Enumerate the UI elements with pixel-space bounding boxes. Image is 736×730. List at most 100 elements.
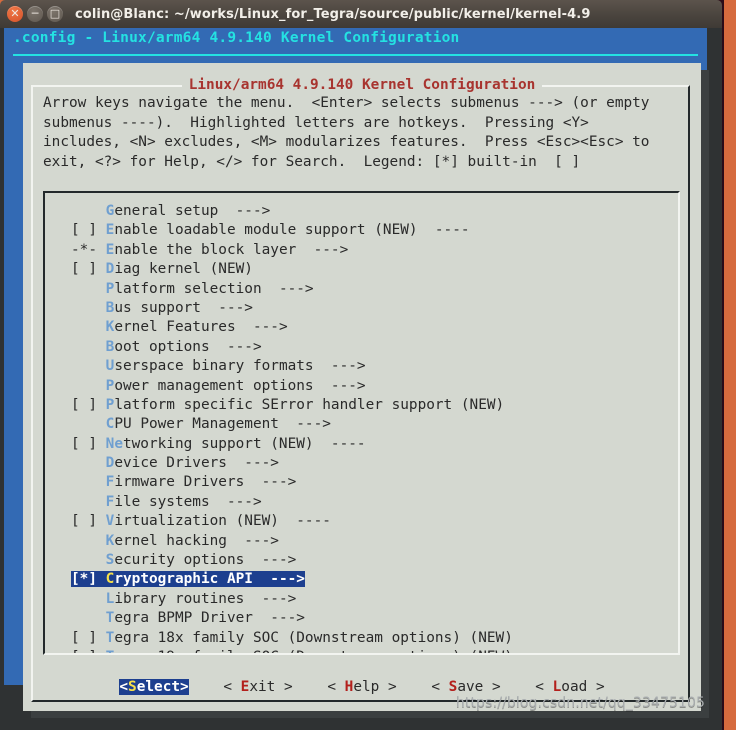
window-close-button[interactable]: ✕	[7, 6, 23, 22]
close-icon: ✕	[10, 7, 20, 20]
menu-item[interactable]: [ ] Tegra 18x family SOC (Downstream opt…	[45, 629, 678, 648]
menu-item[interactable]: -*- Enable the block layer --->	[45, 241, 678, 260]
button-prefix: <	[119, 678, 129, 695]
button-prefix: <	[327, 678, 345, 695]
menu-item[interactable]: [ ] Enable loadable module support (NEW)…	[45, 221, 678, 240]
menu-list: General setup --->[ ] Enable loadable mo…	[45, 193, 678, 653]
menu-item-label: irmware Drivers --->	[114, 474, 297, 491]
menu-item-label: ower management options --->	[114, 377, 366, 394]
button-label: oad >	[561, 678, 605, 695]
menu-item-selected[interactable]: [*] Cryptographic API --->	[45, 570, 678, 589]
menu-item-label: eneral setup --->	[114, 203, 271, 219]
menu-item-marker: [ ]	[71, 222, 106, 239]
menu-item-marker: [ ]	[71, 513, 106, 530]
menu-item-label: iag kernel (NEW)	[114, 261, 253, 278]
menu-item-marker	[71, 281, 106, 297]
menu-listbox[interactable]: General setup --->[ ] Enable loadable mo…	[43, 191, 680, 655]
menu-item-marker	[71, 455, 106, 471]
menu-item[interactable]: File systems --->	[45, 493, 678, 512]
menu-item-marker	[71, 533, 106, 549]
window-titlebar: ✕ ─ □ colin@Blanc: ~/works/Linux_for_Teg…	[0, 0, 722, 28]
menu-item-marker: [ ]	[71, 435, 106, 452]
menu-item-marker	[71, 358, 106, 374]
help-text: Arrow keys navigate the menu. <Enter> se…	[43, 95, 650, 170]
kernel-config-dialog: Linux/arm64 4.9.140 Kernel Configuration…	[23, 63, 701, 711]
menu-item-label: evice Drivers --->	[114, 455, 279, 472]
button-save[interactable]: < Save >	[431, 679, 500, 695]
menu-item-marker	[71, 610, 106, 626]
menu-item-label: ecurity options --->	[114, 552, 297, 569]
menu-item-label: oot options --->	[114, 338, 262, 355]
button-prefix: <	[223, 678, 241, 695]
menu-item[interactable]: Library routines --->	[45, 590, 678, 609]
menu-item-label: nable loadable module support (NEW) ----	[114, 222, 470, 239]
menu-item[interactable]: CPU Power Management --->	[45, 415, 678, 434]
menu-item[interactable]: Kernel Features --->	[45, 318, 678, 337]
menu-item-marker: [*]	[71, 571, 106, 588]
menu-item[interactable]: General setup --->	[45, 202, 678, 221]
menu-item-marker: [ ]	[71, 649, 106, 653]
menu-item-marker: [ ]	[71, 261, 106, 278]
button-load[interactable]: < Load >	[535, 679, 604, 695]
menu-item[interactable]: Boot options --->	[45, 338, 678, 357]
button-hotkey: S	[128, 678, 137, 695]
menu-item-label: irtualization (NEW) ----	[114, 513, 331, 530]
menu-item-marker	[71, 319, 106, 335]
menu-item[interactable]: [ ] Networking support (NEW) ----	[45, 435, 678, 454]
menu-item-label: latform specific SError handler support …	[114, 396, 505, 413]
menu-item-marker	[71, 474, 106, 490]
terminal-surface[interactable]: .config - Linux/arm64 4.9.140 Kernel Con…	[0, 28, 722, 730]
menu-item[interactable]: Security options --->	[45, 551, 678, 570]
button-label: ave >	[457, 678, 501, 695]
menu-item-marker	[71, 552, 106, 568]
menu-item-hotkey: Ne	[105, 435, 123, 452]
menu-item[interactable]: Device Drivers --->	[45, 454, 678, 473]
button-spacer	[501, 679, 536, 695]
menu-item-label: nable the block layer --->	[114, 241, 349, 258]
desktop-root: ✕ ─ □ colin@Blanc: ~/works/Linux_for_Teg…	[0, 0, 736, 730]
button-spacer	[293, 679, 328, 695]
menu-item[interactable]: Firmware Drivers --->	[45, 473, 678, 492]
window-minimize-button[interactable]: ─	[27, 6, 43, 22]
menu-item[interactable]: Kernel hacking --->	[45, 532, 678, 551]
menu-item-label: ernel hacking --->	[114, 532, 279, 549]
menu-item-marker	[71, 591, 106, 607]
button-label: elect>	[136, 678, 189, 695]
menu-item[interactable]: Bus support --->	[45, 299, 678, 318]
menu-item-label: ryptographic API --->	[114, 571, 305, 588]
button-exit[interactable]: < Exit >	[223, 679, 292, 695]
menu-item-label: egra BPMP Driver --->	[114, 610, 305, 627]
button-hotkey: S	[448, 678, 458, 695]
menu-item[interactable]: [ ] Tegra 19x family SOC (Downstream opt…	[45, 648, 678, 653]
button-help[interactable]: < Help >	[327, 679, 396, 695]
menu-item-marker	[71, 203, 106, 219]
dialog-title-container: Linux/arm64 4.9.140 Kernel Configuration	[23, 76, 701, 95]
menu-item-label: ernel Features --->	[114, 319, 288, 336]
menu-item[interactable]: [ ] Diag kernel (NEW)	[45, 260, 678, 279]
maximize-icon: □	[49, 7, 61, 20]
menu-item[interactable]: [ ] Platform specific SError handler sup…	[45, 396, 678, 415]
menu-item-label: tworking support (NEW) ----	[122, 435, 366, 452]
button-hotkey: L	[552, 678, 562, 695]
menu-item-label: egra 19x family SOC (Downstream options)…	[114, 649, 513, 653]
menu-item-label: ile systems --->	[114, 493, 262, 510]
menu-item-marker: -*-	[71, 241, 106, 258]
menu-item-label: PU Power Management --->	[114, 416, 331, 433]
button-select[interactable]: <Select>	[119, 678, 189, 695]
menu-item[interactable]: Platform selection --->	[45, 280, 678, 299]
window-maximize-button[interactable]: □	[47, 6, 63, 22]
menu-item[interactable]: Power management options --->	[45, 377, 678, 396]
menu-item[interactable]: Userspace binary formats --->	[45, 357, 678, 376]
button-prefix: <	[535, 678, 553, 695]
button-spacer	[397, 679, 432, 695]
menu-item-highlight: [*] Cryptographic API --->	[71, 571, 305, 588]
menu-item-label: egra 18x family SOC (Downstream options)…	[114, 629, 513, 646]
menu-item-label: serspace binary formats --->	[114, 358, 366, 375]
dialog-title: Linux/arm64 4.9.140 Kernel Configuration	[181, 77, 543, 93]
menu-item-marker	[71, 339, 106, 355]
menu-item[interactable]: [ ] Virtualization (NEW) ----	[45, 512, 678, 531]
menu-item-marker	[71, 300, 106, 316]
menu-item[interactable]: Tegra BPMP Driver --->	[45, 609, 678, 628]
menu-item-marker	[71, 494, 106, 510]
window-title: colin@Blanc: ~/works/Linux_for_Tegra/sou…	[75, 6, 591, 22]
